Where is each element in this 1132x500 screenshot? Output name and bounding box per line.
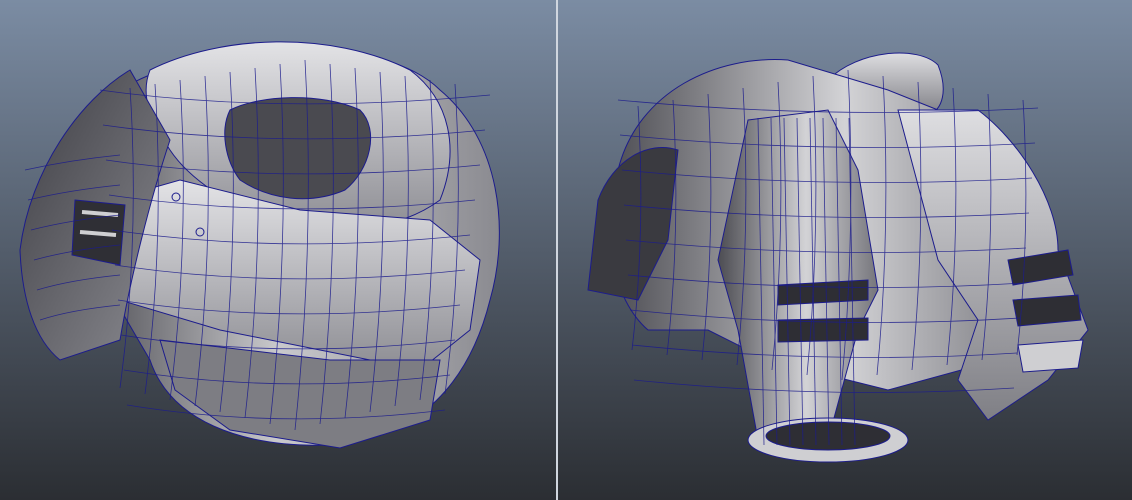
armor-mesh-back-view [558, 0, 1132, 500]
viewport-panel-right[interactable] [558, 0, 1132, 500]
3d-viewport[interactable] [0, 0, 1132, 500]
viewport-panel-left[interactable] [0, 0, 556, 500]
armor-mesh-front-view [0, 0, 556, 500]
